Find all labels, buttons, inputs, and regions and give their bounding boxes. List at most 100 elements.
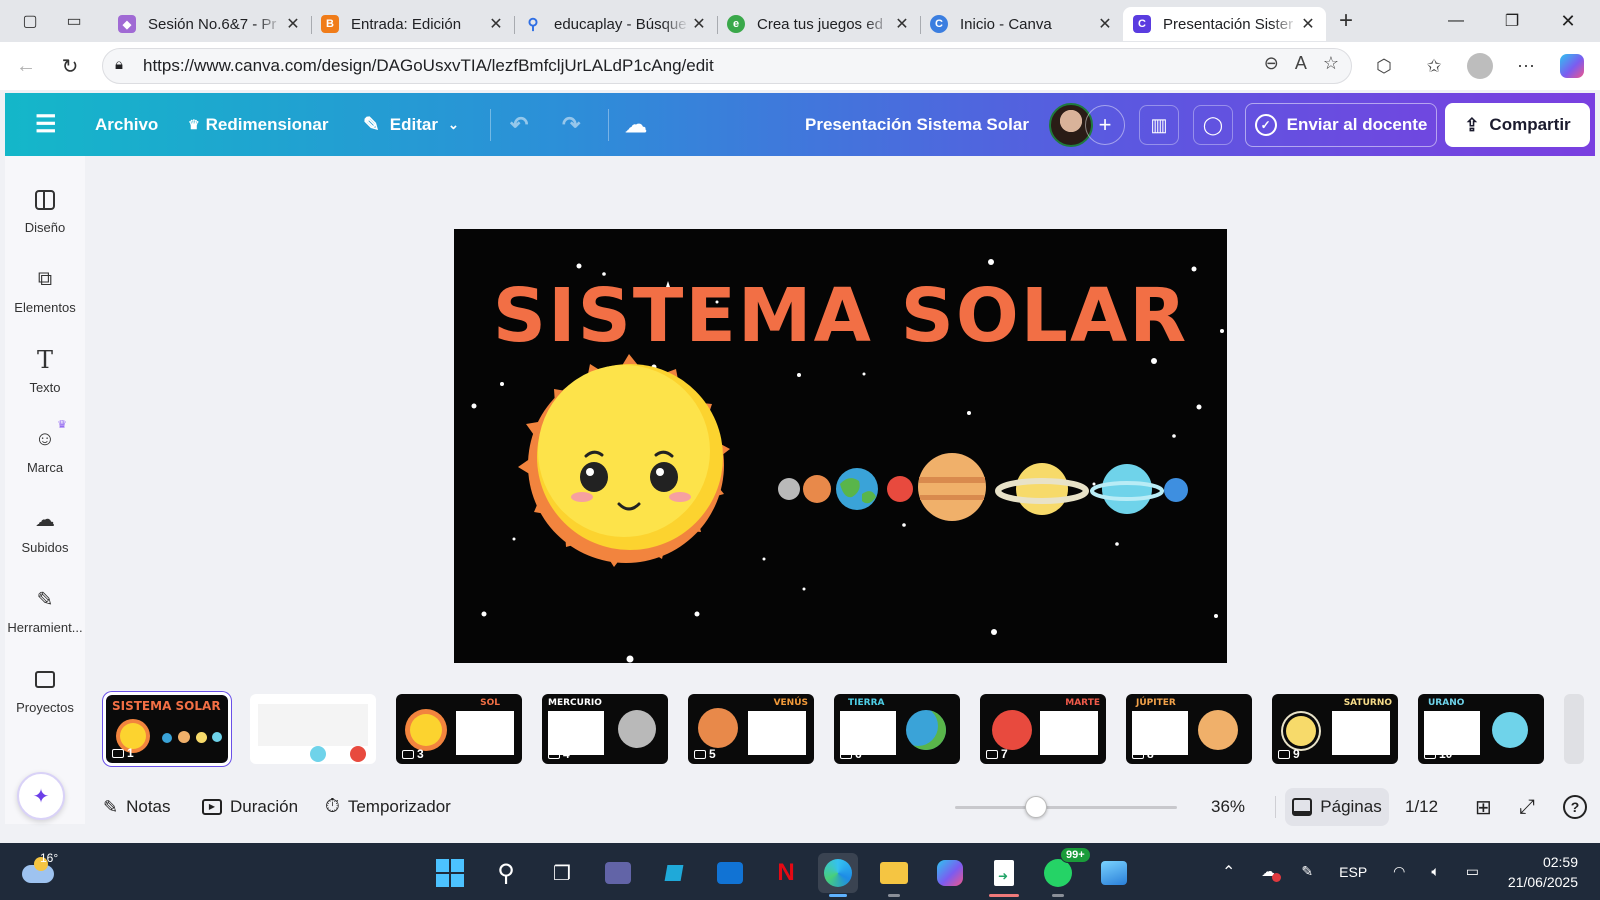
- search-icon[interactable]: ⚲: [486, 853, 526, 893]
- edge-browser-icon[interactable]: [818, 853, 858, 897]
- teams-icon[interactable]: [598, 853, 638, 893]
- tab-actions-icon[interactable]: ▭: [52, 0, 96, 42]
- address-bar[interactable]: 🔒︎ https://www.canva.com/design/DAGoUsxv…: [102, 48, 1352, 84]
- redo-icon[interactable]: ↷: [562, 93, 580, 156]
- browser-tab[interactable]: e Crea tus juegos ed ✕: [717, 7, 920, 41]
- duration-button[interactable]: ▶ Duración: [202, 790, 298, 824]
- clock[interactable]: 02:59 21/06/2025: [1508, 852, 1578, 892]
- outlook-icon[interactable]: [710, 853, 750, 893]
- tab-title: Presentación Sister: [1163, 15, 1294, 33]
- browser-tab[interactable]: ◆ Sesión No.6&7 - Pr ✕: [108, 7, 311, 41]
- sidebar-item-label: Marca: [26, 459, 64, 475]
- sidebar-item-subidos[interactable]: ☁ Subidos: [5, 494, 85, 566]
- zoom-level[interactable]: 36%: [1211, 790, 1245, 824]
- slide-canvas[interactable]: SISTEMA SOLAR: [454, 229, 1227, 663]
- copilot-icon[interactable]: [1556, 50, 1588, 82]
- thumbnail-page[interactable]: URANO 10: [1418, 694, 1544, 764]
- zoom-slider-track[interactable]: [955, 806, 1177, 809]
- start-windows-icon[interactable]: [430, 853, 470, 893]
- close-icon[interactable]: ✕: [892, 14, 912, 34]
- volume-icon[interactable]: 🔈︎: [1431, 863, 1439, 880]
- task-view-icon[interactable]: ❐: [542, 853, 582, 893]
- browser-tab[interactable]: B Entrada: Edición ✕: [311, 7, 514, 41]
- sidebar-item-diseno[interactable]: Diseño: [5, 174, 85, 246]
- undo-icon[interactable]: ↶: [510, 93, 528, 156]
- language-indicator[interactable]: ESP: [1339, 864, 1367, 880]
- browser-tab[interactable]: ⚲ educaplay - Búsque ✕: [514, 7, 717, 41]
- sidebar-item-label: Subidos: [21, 539, 69, 555]
- wifi-icon[interactable]: ◠: [1393, 863, 1405, 880]
- favorites-icon[interactable]: ✩: [1418, 50, 1450, 82]
- grid-view-icon[interactable]: ⊞: [1475, 790, 1492, 824]
- archivo-menu[interactable]: Archivo: [95, 93, 158, 156]
- sidebar-item-herramientas[interactable]: ✎ Herramient...: [5, 574, 85, 646]
- fullscreen-icon[interactable]: ⤢: [1519, 790, 1535, 824]
- copilot-taskbar-icon[interactable]: [930, 853, 970, 893]
- close-icon[interactable]: ✕: [283, 14, 303, 34]
- thumbnail-page[interactable]: TIERRA 6: [834, 694, 960, 764]
- window-close-icon[interactable]: ✕: [1540, 0, 1596, 42]
- pages-button[interactable]: Páginas: [1285, 788, 1389, 826]
- close-icon[interactable]: ✕: [1095, 14, 1115, 34]
- thumbnail-page[interactable]: SISTEMA SOLAR 1: [103, 692, 231, 766]
- document-app-icon[interactable]: ➜: [984, 853, 1024, 897]
- favorite-star-icon[interactable]: ☆: [1323, 53, 1339, 74]
- netflix-icon[interactable]: N: [766, 853, 806, 893]
- comment-icon[interactable]: ◯: [1193, 105, 1233, 145]
- sidebar-item-texto[interactable]: T Texto: [5, 334, 85, 406]
- add-collaborator-icon[interactable]: +: [1085, 105, 1125, 145]
- close-icon[interactable]: ✕: [1298, 14, 1318, 34]
- whatsapp-icon[interactable]: 99+: [1038, 847, 1091, 897]
- chevron-up-icon[interactable]: ⌃: [1222, 862, 1235, 882]
- extensions-icon[interactable]: ⬡: [1368, 50, 1400, 82]
- insights-icon[interactable]: ▥: [1139, 105, 1179, 145]
- sidebar-item-elementos[interactable]: ⧉ Elementos: [5, 254, 85, 326]
- share-button[interactable]: ⇪ Compartir: [1445, 103, 1590, 147]
- sidebar-item-marca[interactable]: ☺ ♛ Marca: [5, 414, 85, 486]
- timer-button[interactable]: ⏱︎ Temporizador: [325, 790, 451, 824]
- app-icon[interactable]: [654, 853, 694, 893]
- file-explorer-icon[interactable]: [874, 853, 914, 897]
- send-to-teacher-button[interactable]: ✓ Enviar al docente: [1245, 103, 1437, 147]
- thumbnail-page[interactable]: SATURNO 9: [1272, 694, 1398, 764]
- document-title[interactable]: Presentación Sistema Solar: [805, 93, 1029, 156]
- magic-sparkle-icon[interactable]: ✦: [17, 772, 65, 820]
- zoom-out-icon[interactable]: ⊖: [1264, 53, 1279, 74]
- new-tab-icon[interactable]: +: [1326, 7, 1366, 35]
- thumbnail-page[interactable]: JÚPITER 8: [1126, 694, 1252, 764]
- battery-icon[interactable]: ▭: [1466, 863, 1479, 880]
- thumbnail-page[interactable]: SOL 3: [396, 694, 522, 764]
- menu-icon[interactable]: ☰: [35, 93, 57, 156]
- cloud-saved-icon[interactable]: ☁: [625, 93, 647, 156]
- photos-icon[interactable]: [1094, 853, 1134, 893]
- thumbnail-page[interactable]: VENÚS 5: [688, 694, 814, 764]
- editar-button[interactable]: ✎ Editar ⌄: [363, 93, 459, 156]
- back-icon[interactable]: ←: [4, 46, 48, 86]
- browser-tab[interactable]: C Inicio - Canva ✕: [920, 7, 1123, 41]
- thumbnail-page[interactable]: MERCURIO 4: [542, 694, 668, 764]
- restore-icon[interactable]: ❐: [1484, 0, 1540, 42]
- zoom-slider-handle[interactable]: [1025, 796, 1047, 818]
- redimensionar-button[interactable]: ♛ Redimensionar: [188, 93, 328, 156]
- profile-icon[interactable]: [1464, 50, 1496, 82]
- notes-button[interactable]: ✎ Notas: [103, 790, 171, 824]
- close-icon[interactable]: ✕: [689, 14, 709, 34]
- canva-header: ☰ Archivo ♛ Redimensionar ✎ Editar ⌄ ↶ ↷…: [5, 93, 1595, 156]
- onedrive-error-icon[interactable]: ☁: [1261, 863, 1282, 882]
- browser-tab-active[interactable]: C Presentación Sister ✕: [1123, 7, 1326, 41]
- close-icon[interactable]: ✕: [486, 14, 506, 34]
- thumbnail-page-partial[interactable]: [1564, 694, 1584, 764]
- workspaces-icon[interactable]: ▢: [8, 0, 52, 42]
- refresh-icon[interactable]: ↻: [48, 46, 92, 86]
- sidebar-item-proyectos[interactable]: Proyectos: [5, 654, 85, 726]
- minimize-icon[interactable]: —: [1428, 0, 1484, 42]
- thumbnail-page[interactable]: 2: [250, 694, 376, 764]
- help-icon[interactable]: ?: [1563, 790, 1587, 824]
- pen-icon[interactable]: ✎: [1301, 863, 1313, 880]
- weather-widget[interactable]: 16°: [22, 851, 72, 893]
- more-options-icon[interactable]: ⋯: [1510, 50, 1542, 82]
- thumbnail-page[interactable]: MARTE 7: [980, 694, 1106, 764]
- read-aloud-icon[interactable]: A: [1295, 53, 1307, 74]
- page-count[interactable]: 1/12: [1405, 790, 1438, 824]
- slide-title[interactable]: SISTEMA SOLAR: [454, 279, 1227, 353]
